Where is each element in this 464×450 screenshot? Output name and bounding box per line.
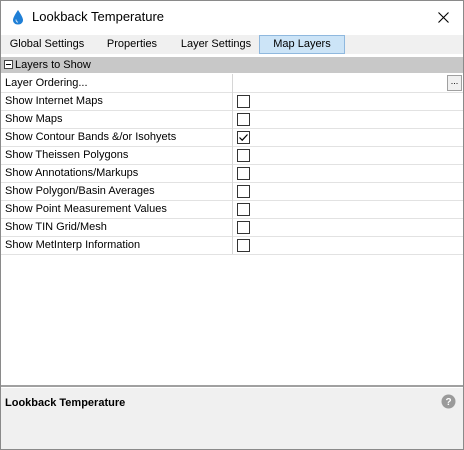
category-label: Layers to Show [15,59,91,71]
layer-ordering-label: Layer Ordering... [5,77,88,89]
property-dialog-window: Lookback Temperature Global Settings Pro… [0,0,464,450]
property-label: Show Theissen Polygons [5,149,129,161]
property-row-point-values: Show Point Measurement Values [1,200,463,219]
column-divider [232,128,233,146]
title-bar: Lookback Temperature [1,1,463,33]
category-header: Layers to Show [1,57,463,73]
property-row-internet-maps: Show Internet Maps [1,92,463,111]
column-divider [232,182,233,200]
property-grid: Layers to Show Layer Ordering... ... Sho… [1,57,463,385]
property-label: Show Polygon/Basin Averages [5,185,155,197]
property-row-annotations: Show Annotations/Markups [1,164,463,183]
show-tin-grid-checkbox[interactable] [237,221,250,234]
window-title: Lookback Temperature [32,9,165,24]
layer-ordering-button[interactable]: ... [447,75,462,91]
show-internet-maps-checkbox[interactable] [237,95,250,108]
svg-text:?: ? [445,397,451,408]
column-divider [232,146,233,164]
property-row-contour-bands: Show Contour Bands &/or Isohyets [1,128,463,147]
column-divider [232,236,233,254]
show-point-values-checkbox[interactable] [237,203,250,216]
tab-properties[interactable]: Properties [95,35,169,53]
collapse-icon[interactable] [4,60,13,69]
property-label: Show TIN Grid/Mesh [5,221,107,233]
show-basin-averages-checkbox[interactable] [237,185,250,198]
tab-global-settings[interactable]: Global Settings [3,35,91,53]
show-maps-checkbox[interactable] [237,113,250,126]
column-divider [232,74,233,92]
column-divider [232,110,233,128]
property-label: Show Contour Bands &/or Isohyets [5,131,177,143]
property-row-basin-averages: Show Polygon/Basin Averages [1,182,463,201]
description-title: Lookback Temperature [5,397,126,409]
column-divider [232,92,233,110]
property-row-theissen-polygons: Show Theissen Polygons [1,146,463,165]
tab-strip: Global Settings Properties Layer Setting… [1,35,463,54]
property-label: Show MetInterp Information [5,239,141,251]
property-label: Show Maps [5,113,63,125]
water-drop-icon [13,10,23,25]
tab-layer-settings[interactable]: Layer Settings [173,35,259,53]
column-divider [232,200,233,218]
show-theissen-polygons-checkbox[interactable] [237,149,250,162]
close-button[interactable] [423,1,463,33]
splitter[interactable] [1,385,463,387]
show-annotations-checkbox[interactable] [237,167,250,180]
property-row-maps: Show Maps [1,110,463,129]
property-label: Show Internet Maps [5,95,103,107]
property-label: Show Annotations/Markups [5,167,139,179]
column-divider [232,164,233,182]
checkmark-icon [239,134,248,142]
close-icon [437,11,449,23]
show-contour-bands-checkbox[interactable] [237,131,250,144]
property-label: Show Point Measurement Values [5,203,167,215]
tab-map-layers[interactable]: Map Layers [259,35,345,54]
column-divider [232,218,233,236]
property-row-tin-grid: Show TIN Grid/Mesh [1,218,463,237]
layer-ordering-row[interactable]: Layer Ordering... ... [1,74,463,93]
show-metinterp-info-checkbox[interactable] [237,239,250,252]
description-panel: Lookback Temperature ? [1,388,463,449]
property-row-metinterp-info: Show MetInterp Information [1,236,463,255]
help-icon[interactable]: ? [441,394,456,409]
